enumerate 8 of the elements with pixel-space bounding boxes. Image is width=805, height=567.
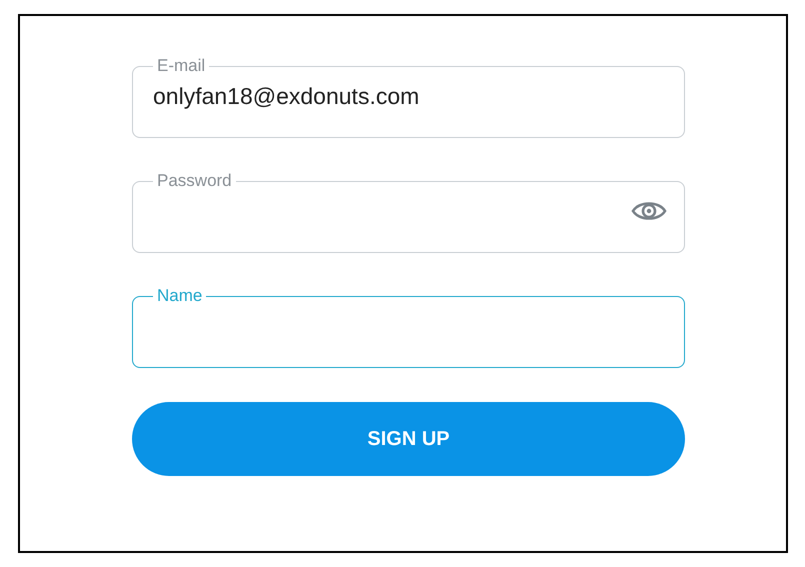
sign-up-button[interactable]: SIGN UP — [132, 402, 685, 476]
text-field[interactable]: Name — [132, 288, 685, 368]
field-label: Name — [156, 288, 204, 304]
text-input[interactable]: onlyfan18@exdonuts.com — [153, 76, 664, 116]
email-field[interactable]: E-mail onlyfan18@exdonuts.com — [132, 58, 685, 138]
field-label: Password — [156, 173, 233, 189]
field-label: E-mail — [156, 58, 206, 74]
password-field[interactable]: Password — [132, 173, 685, 253]
